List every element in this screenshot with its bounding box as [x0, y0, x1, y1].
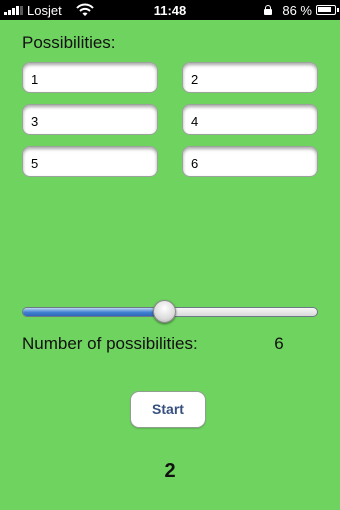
possibility-field-2[interactable]: 2: [182, 62, 318, 93]
result-value: 2: [164, 460, 176, 482]
possibilities-heading: Possibilities:: [22, 33, 116, 52]
lock-icon: [264, 5, 272, 15]
slider-thumb[interactable]: [152, 300, 176, 323]
possibility-field-3[interactable]: 3: [22, 104, 158, 135]
battery-icon: [316, 5, 339, 15]
possibility-field-6[interactable]: 6: [182, 146, 318, 177]
possibility-field-5[interactable]: 5: [22, 146, 158, 177]
status-bar: Losjet 11:48 86 %: [0, 0, 340, 20]
battery-percent: 86 %: [282, 3, 312, 18]
start-button[interactable]: Start: [130, 391, 206, 428]
possibilities-slider[interactable]: [22, 300, 318, 324]
possibilities-count-value: 6: [274, 334, 284, 353]
possibility-field-1[interactable]: 1: [22, 62, 158, 93]
possibility-field-4[interactable]: 4: [182, 104, 318, 135]
slider-fill: [23, 308, 166, 316]
possibilities-count-label: Number of possibilities:: [22, 334, 198, 353]
